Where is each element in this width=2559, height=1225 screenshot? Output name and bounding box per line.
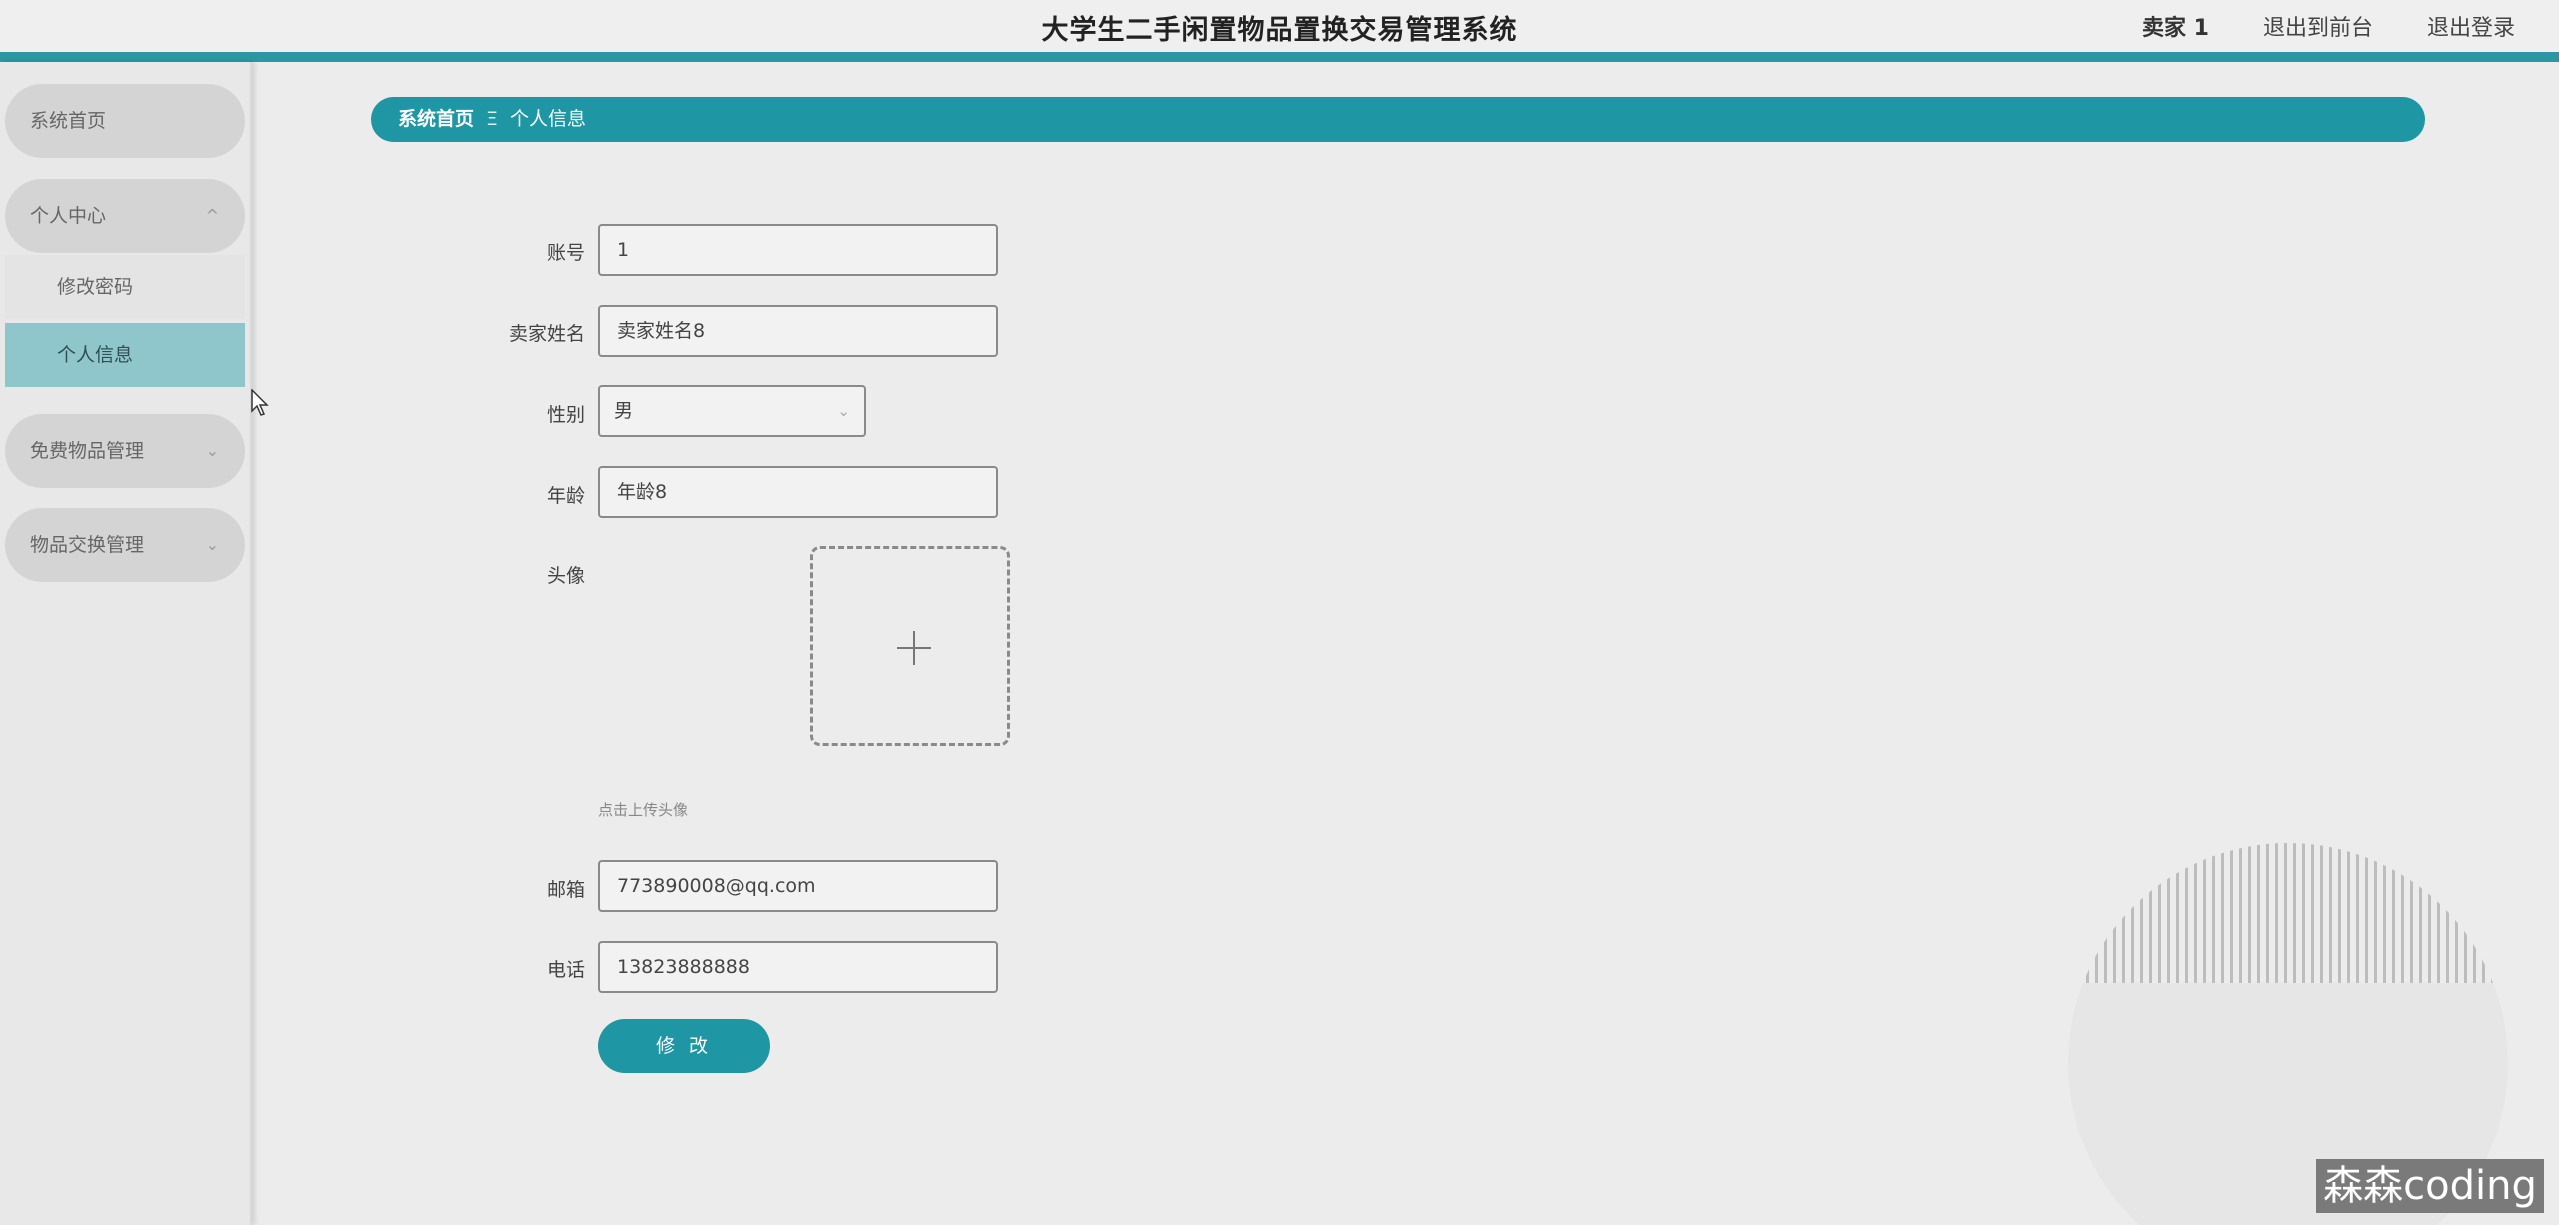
sidebar-subitem-personal-info[interactable]: 个人信息 — [5, 323, 245, 387]
watermark: 森森coding — [2316, 1159, 2544, 1213]
breadcrumb-home[interactable]: 系统首页 — [398, 108, 474, 130]
gender-label: 性别 — [546, 404, 585, 426]
sidebar-item-home[interactable]: 系统首页 — [5, 84, 245, 158]
breadcrumb: 系统首页 Ξ 个人信息 — [371, 97, 2425, 142]
sidebar-item-personal-center[interactable]: 个人中心 ^ — [5, 179, 245, 253]
gender-value: 男 — [614, 400, 634, 422]
top-bar: 大学生二手闲置物品置换交易管理系统 卖家 1 退出到前台 退出登录 — [0, 0, 2559, 52]
avatar-upload[interactable] — [810, 546, 1010, 746]
email-label: 邮箱 — [546, 879, 585, 901]
age-label: 年龄 — [546, 485, 585, 507]
sidebar-item-label: 免费物品管理 — [30, 440, 145, 462]
sidebar-subitem-label: 修改密码 — [57, 276, 134, 298]
breadcrumb-current: 个人信息 — [510, 108, 587, 130]
sidebar: 系统首页 个人中心 ^ 修改密码 个人信息 免费物品管理 ⌄ 物品交换管理 ⌄ — [0, 62, 252, 1225]
seller-name-field[interactable]: 卖家姓名8 — [598, 305, 998, 357]
sidebar-item-label: 系统首页 — [30, 110, 107, 132]
sidebar-item-label: 物品交换管理 — [30, 534, 145, 556]
phone-label: 电话 — [546, 959, 585, 981]
email-field[interactable]: 773890008@qq.com — [598, 860, 998, 912]
phone-field[interactable]: 13823888888 — [598, 941, 998, 993]
account-label: 账号 — [546, 242, 585, 264]
header-divider — [0, 52, 2559, 62]
back-to-front-link[interactable]: 退出到前台 — [2263, 10, 2373, 42]
account-field[interactable]: 1 — [598, 224, 998, 276]
sidebar-item-label: 个人中心 — [30, 205, 107, 227]
chevron-up-icon: ^ — [205, 206, 219, 225]
logout-link[interactable]: 退出登录 — [2427, 10, 2515, 42]
chevron-down-icon: ⌄ — [837, 402, 850, 420]
chevron-down-icon: ⌄ — [205, 441, 219, 460]
mouse-cursor-icon — [251, 389, 269, 416]
avatar-label: 头像 — [546, 565, 585, 587]
sidebar-subitem-change-password[interactable]: 修改密码 — [5, 255, 245, 319]
avatar-upload-hint: 点击上传头像 — [598, 801, 689, 819]
breadcrumb-separator: Ξ — [486, 108, 499, 130]
current-user: 卖家 1 — [2142, 16, 2209, 41]
sidebar-item-free-items[interactable]: 免费物品管理 ⌄ — [5, 414, 245, 488]
modify-button[interactable]: 修 改 — [598, 1019, 770, 1073]
plus-icon — [913, 631, 915, 665]
seller-name-label: 卖家姓名 — [508, 323, 585, 345]
gender-select[interactable]: 男 ⌄ — [598, 385, 866, 437]
chevron-down-icon: ⌄ — [205, 535, 219, 554]
age-field[interactable]: 年龄8 — [598, 466, 998, 518]
sidebar-item-item-exchange[interactable]: 物品交换管理 ⌄ — [5, 508, 245, 582]
sidebar-subitem-label: 个人信息 — [57, 344, 134, 366]
header-nav: 卖家 1 退出到前台 退出登录 — [2142, 10, 2515, 42]
